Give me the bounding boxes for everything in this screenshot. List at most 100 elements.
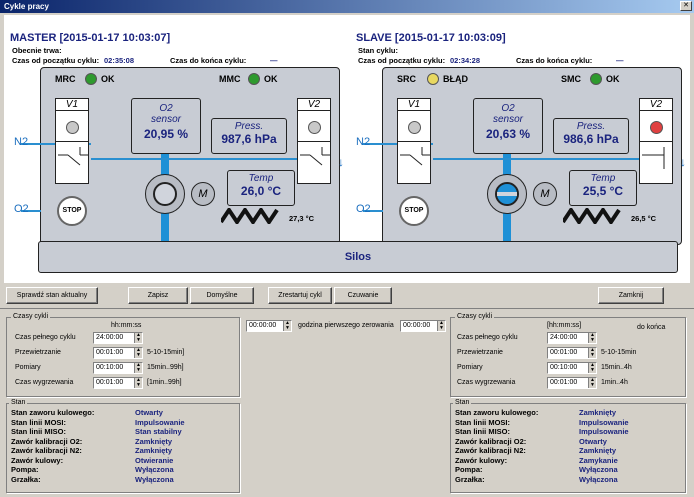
title-bar: Cykle pracy xyxy=(0,0,694,13)
slave-panel: SRC BŁĄD SMC OK V1 V2 O2 sensor 20,63 % … xyxy=(363,67,682,246)
slave-heater-icon xyxy=(563,208,621,224)
slave-v1-switch-icon xyxy=(400,147,430,166)
spinner-arrows-icon[interactable]: ▲ ▼ xyxy=(588,363,596,373)
cycle-row-label: Czas wygrzewania xyxy=(457,379,516,386)
master-out-arrow-icon: ↓ xyxy=(338,155,344,169)
cycles-right-title: Czasy cykli xyxy=(455,313,495,320)
slave-right-status-label: SMC xyxy=(561,74,581,84)
state-row-value: Impulsowanie xyxy=(579,427,629,436)
slave-heater-temp: 26,5 °C xyxy=(631,214,657,223)
close-window-icon[interactable]: ✕ xyxy=(680,1,692,11)
cycle-row-hint: 15min..99h] xyxy=(147,364,184,371)
cycle-row-label: Czas wygrzewania xyxy=(15,379,74,386)
cycle-row-spinner[interactable]: 24:00:00 ▲ ▼ xyxy=(93,332,143,344)
state-row-label: Stan zaworu kulowego: xyxy=(11,408,95,417)
master-left-status-label: MRC xyxy=(55,74,76,84)
spinner-arrows-icon[interactable]: ▲ ▼ xyxy=(134,378,142,388)
master-mid-line xyxy=(91,158,301,160)
state-row-label: Stan linii MISO: xyxy=(455,427,511,436)
restart-cycle-button[interactable]: Zrestartuj cykl xyxy=(268,287,332,304)
slave-left-status-text: BŁĄD xyxy=(443,74,468,84)
spinner-arrows-icon[interactable]: ▲ ▼ xyxy=(588,348,596,358)
state-row-value: Wyłączona xyxy=(579,474,618,484)
state-row-label: Zawór kalibracji N2: xyxy=(455,446,526,455)
state-row-label: Zawór kalibracji O2: xyxy=(11,436,83,446)
cycle-row-value: 24:00:00 xyxy=(550,334,578,341)
cycle-row-spinner[interactable]: 00:10:00 ▲ ▼ xyxy=(93,362,143,374)
master-temp-value: 26,0 °C xyxy=(240,184,282,198)
slave-temp-value: 25,5 °C xyxy=(582,184,624,198)
first-zero-spinner[interactable]: 00:00:00 ▲ ▼ xyxy=(400,320,446,332)
slave-v1-label: V1 xyxy=(398,99,430,111)
state-row-value: Impulsowanie xyxy=(135,417,185,427)
spinner-arrows-icon[interactable]: ▲ ▼ xyxy=(134,363,142,373)
slave-motor-icon: M xyxy=(533,182,557,206)
cycle-row-spinner[interactable]: 00:01:00 ▲ ▼ xyxy=(547,347,597,359)
slave-v1-valve: V1 xyxy=(397,98,431,184)
cycle-row-value: 00:10:00 xyxy=(550,364,578,371)
cycle-row-spinner[interactable]: 24:00:00 ▲ ▼ xyxy=(547,332,597,344)
cycles-left-unit: hh:mm:ss xyxy=(111,322,142,329)
state-row-label: Zawór kulowy: xyxy=(455,455,508,465)
cycles-right-group: Czasy cykli [hh:mm:ss] do końca Czas peł… xyxy=(450,313,686,397)
slave-press-card: Press. 986,6 hPa xyxy=(553,118,629,154)
master-right-status-label: MMC xyxy=(219,74,241,84)
state-row-value: Otwarty xyxy=(135,408,163,417)
state-row-label: Grzałka: xyxy=(11,474,41,484)
slave-o2-value: 20,63 % xyxy=(485,127,531,141)
cycle-row-label: Pomiary xyxy=(457,364,483,371)
master-elapsed-value: 02:35:08 xyxy=(104,56,135,65)
state-right-title: Stan xyxy=(453,399,472,406)
middle-first-spinner[interactable]: 00:00:00 ▲ ▼ xyxy=(246,320,292,332)
state-row-value: Zamknięty xyxy=(579,408,617,417)
slave-stop-button[interactable]: STOP xyxy=(399,196,429,226)
state-row-value: Wyłączona xyxy=(135,465,174,474)
slave-right-status-text: OK xyxy=(606,74,620,84)
check-state-button[interactable]: Sprawdź stan aktualny xyxy=(6,287,98,304)
spinner-arrows-icon[interactable]: ▲ ▼ xyxy=(588,333,596,343)
cycle-row-spinner[interactable]: 00:01:00 ▲ ▼ xyxy=(93,347,143,359)
state-row-value: Zamknięty xyxy=(135,446,173,455)
cycle-row-spinner[interactable]: 00:01:00 ▲ ▼ xyxy=(93,377,143,389)
master-press-card: Press. 987,6 hPa xyxy=(211,118,287,154)
master-pump xyxy=(145,174,185,214)
master-stop-button[interactable]: STOP xyxy=(57,196,87,226)
cycle-row-hint: [1min..99h] xyxy=(147,379,182,386)
spinner-arrows-icon[interactable]: ▲ ▼ xyxy=(134,333,142,343)
standby-button[interactable]: Czuwanie xyxy=(334,287,392,304)
master-press-value: 987,6 hPa xyxy=(221,132,277,146)
master-left-status-text: OK xyxy=(101,74,115,84)
slave-temp-card: Temp 25,5 °C xyxy=(569,170,637,206)
state-row-value: Otwieranie xyxy=(135,455,174,465)
close-button[interactable]: Zamknij xyxy=(598,287,664,304)
state-row-label: Stan linii MISO: xyxy=(11,427,67,436)
cycles-left-group: Czasy cykli hh:mm:ss Czas pełnego cyklu 2… xyxy=(6,313,240,397)
slave-elapsed-value: 02:34:28 xyxy=(450,56,481,65)
slave-v2-switch-icon xyxy=(642,147,665,169)
master-remaining-value: — xyxy=(270,56,278,65)
state-row-value: Wyłączona xyxy=(135,474,174,484)
slave-line1-label: Stan cyklu: xyxy=(358,46,399,55)
master-n2-label: N2 xyxy=(14,136,29,148)
master-motor-icon: M xyxy=(191,182,215,206)
slave-v2-label: V2 xyxy=(640,99,672,111)
state-row-label: Stan linii MOSI: xyxy=(11,417,67,427)
save-button[interactable]: Zapisz xyxy=(128,287,188,304)
spinner-arrows-icon[interactable]: ▲ ▼ xyxy=(134,348,142,358)
state-row-label: Zawór kalibracji N2: xyxy=(11,446,82,455)
state-row-value: Zamykanie xyxy=(579,455,618,465)
defaults-button[interactable]: Domyślne xyxy=(190,287,254,304)
slave-o2-sub: sensor xyxy=(492,114,523,125)
spinner-arrows-icon[interactable]: ▲ ▼ xyxy=(588,378,596,388)
state-row-label: Pompa: xyxy=(455,465,483,474)
cycle-row-spinner[interactable]: 00:10:00 ▲ ▼ xyxy=(547,362,597,374)
master-v2-switch-icon xyxy=(300,147,330,166)
slave-press-title: Press. xyxy=(576,121,606,132)
master-right-status-text: OK xyxy=(264,74,278,84)
cycle-row-spinner[interactable]: 00:01:00 ▲ ▼ xyxy=(547,377,597,389)
master-o2-title: O2 xyxy=(159,103,173,114)
cycle-row-label: Przewietrzanie xyxy=(15,349,61,356)
state-row-label: Zawór kalibracji O2: xyxy=(455,436,527,446)
slave-title: SLAVE xyxy=(356,32,392,44)
silos-bar: Silos xyxy=(38,241,678,273)
